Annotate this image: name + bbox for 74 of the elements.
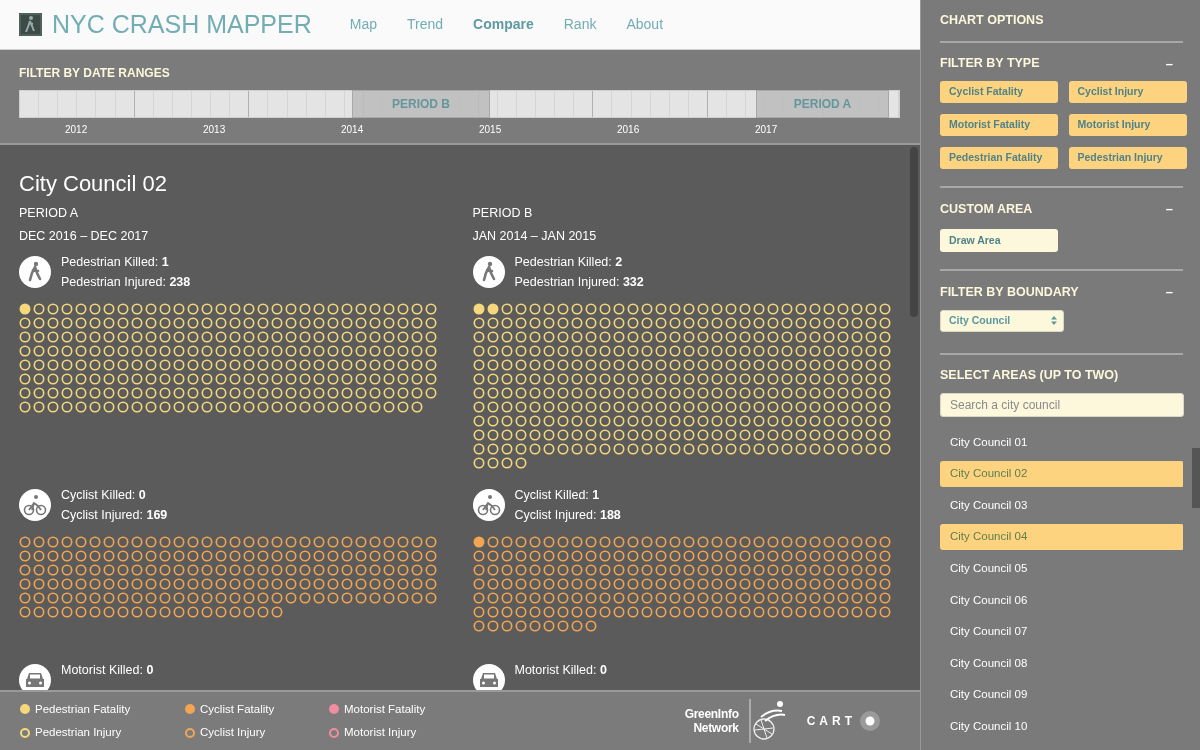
legend-label: Pedestrian Injury <box>35 725 122 740</box>
carto-dot-icon <box>860 711 880 731</box>
legend-label: Cyclist Fatality <box>200 701 275 717</box>
period-dates: JAN 2014 – JAN 2015 <box>472 227 598 245</box>
period-dates: DEC 2016 – DEC 2017 <box>19 227 150 245</box>
greeninfo-logo-text: GreenInfo <box>684 707 739 721</box>
nav-link[interactable]: Trend <box>394 14 457 35</box>
year-label: 2016 <box>617 123 640 137</box>
filter-toggle-button[interactable]: Pedestrian Fatality <box>940 147 1058 170</box>
stat-text: Cyclist Injured: 169 <box>61 506 168 524</box>
filter-toggle-button[interactable]: Cyclist Fatality <box>940 81 1058 104</box>
app-title: NYC CRASH MAPPER <box>52 8 312 40</box>
legend-label: Cyclist Injury <box>200 725 266 740</box>
stat-text: Pedestrian Injured: 332 <box>514 273 644 291</box>
collapse-toggle[interactable]: – <box>1165 53 1173 74</box>
filter-toggle-button[interactable]: Motorist Fatality <box>940 114 1058 137</box>
pedestrian-icon <box>19 255 51 288</box>
logo-icon <box>19 13 42 36</box>
year-label: 2013 <box>203 123 226 137</box>
stat-text: Motorist Killed: 0 <box>61 661 154 679</box>
area-list-item[interactable]: City Council 05 <box>940 555 1183 582</box>
scrollbar[interactable] <box>1192 448 1200 508</box>
area-list-item[interactable]: City Council 09 <box>940 682 1183 708</box>
period-label: PERIOD A <box>19 205 80 222</box>
stat-text: Cyclist Killed: 1 <box>514 486 601 504</box>
stat-text: Pedestrian Killed: 1 <box>61 253 170 271</box>
year-label: 2015 <box>479 123 502 137</box>
section-title: CUSTOM AREA <box>940 200 1033 218</box>
select-caret-icon <box>1051 316 1057 326</box>
filter-toggle-button[interactable]: Cyclist Injury <box>1068 81 1187 104</box>
filter-toggle-button[interactable]: Pedestrian Injury <box>1068 147 1187 170</box>
year-label: 2012 <box>65 123 88 137</box>
legend-label: Motorist Fatality <box>344 701 426 717</box>
period-range-handle[interactable]: PERIOD B <box>352 90 490 118</box>
stat-text: Motorist Killed: 0 <box>514 661 607 679</box>
section-title: SELECT AREAS (UP TO TWO) <box>940 366 1120 384</box>
stat-text: Cyclist Killed: 0 <box>61 486 147 504</box>
stat-text: Pedestrian Injured: 238 <box>61 273 191 291</box>
area-list-item[interactable]: City Council 03 <box>940 492 1183 519</box>
period-label: PERIOD B <box>472 205 534 222</box>
area-list-item[interactable]: City Council 08 <box>940 650 1183 677</box>
sidebar-title: CHART OPTIONS <box>940 0 1183 43</box>
area-list-item[interactable]: City Council 07 <box>940 618 1183 645</box>
nav-link[interactable]: Compare <box>460 14 547 35</box>
area-list-item[interactable]: City Council 02 <box>940 460 1183 487</box>
greeninfo-logo-text: Network <box>693 721 739 735</box>
year-label: 2017 <box>755 123 778 137</box>
legend-label: Motorist Injury <box>344 725 417 740</box>
period-range-handle[interactable]: PERIOD A <box>756 90 889 118</box>
legend-label: Pedestrian Fatality <box>35 701 131 717</box>
nav-link[interactable]: Rank <box>550 14 610 35</box>
filter-toggle-button[interactable]: Motorist Injury <box>1068 114 1187 137</box>
area-list-item[interactable]: City Council 01 <box>940 429 1183 455</box>
carto-logo-text: CART <box>806 713 856 730</box>
pedestrian-icon <box>472 255 505 288</box>
bicycle-icon <box>19 488 51 521</box>
section-title: FILTER BY DATE RANGES <box>19 65 171 82</box>
collapse-toggle[interactable]: – <box>1165 199 1173 219</box>
stat-text: Cyclist Injured: 188 <box>514 506 621 524</box>
area-title: City Council 02 <box>19 170 168 198</box>
year-label: 2014 <box>341 123 364 137</box>
nav-link[interactable]: About <box>613 14 677 35</box>
search-field[interactable]: Search a city council <box>940 393 1184 418</box>
section-title: FILTER BY BOUNDARY <box>940 283 1079 301</box>
collapse-toggle[interactable]: – <box>1165 282 1173 302</box>
draw-area-button[interactable]: Draw Area <box>940 229 1058 253</box>
nav-link[interactable]: Map <box>336 14 390 35</box>
area-list-item[interactable]: City Council 06 <box>940 587 1183 613</box>
area-list-item[interactable]: City Council 10 <box>940 713 1183 740</box>
section-title: FILTER BY TYPE <box>940 55 1040 73</box>
stat-text: Pedestrian Killed: 2 <box>514 253 624 271</box>
boundary-select[interactable]: City Council <box>940 309 1064 332</box>
area-list-item[interactable]: City Council 04 <box>940 524 1183 550</box>
bicycle-icon <box>472 488 505 521</box>
